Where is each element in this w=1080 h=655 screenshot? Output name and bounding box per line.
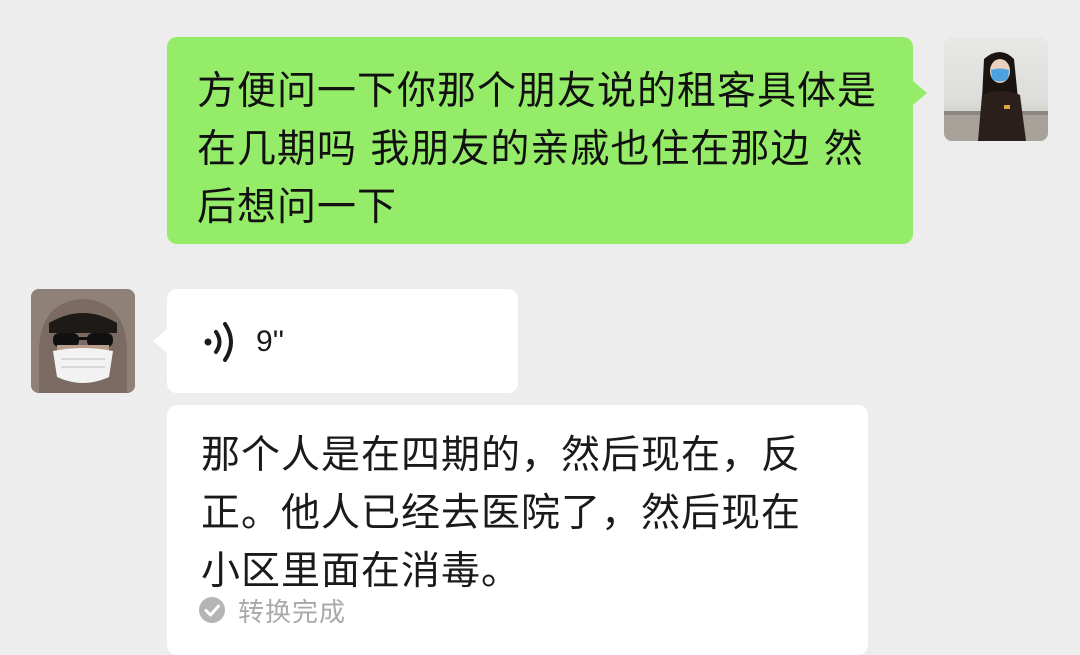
contact-avatar[interactable] [31,289,135,393]
transcript-status-text: 转换完成 [238,597,347,628]
sent-message-text: 方便问一下你那个朋友说的租客具体是在几期吗 我朋友的亲戚也住在那边 然后想问一下 [197,69,878,230]
check-circle-icon [199,597,225,623]
sent-text-bubble[interactable]: 方便问一下你那个朋友说的租客具体是在几期吗 我朋友的亲戚也住在那边 然后想问一下 [167,37,927,244]
contact-avatar-image [31,289,135,393]
transcript-text: 那个人是在四期的，然后现在，反正。他人已经去医院了，然后现在小区里面在消毒。 [201,433,802,594]
transcript-status: 转换完成 [198,590,346,630]
voice-duration: 9'' [256,325,285,358]
chat-window: 方便问一下你那个朋友说的租客具体是在几期吗 我朋友的亲戚也住在那边 然后想问一下 [0,0,1080,655]
my-avatar[interactable] [944,37,1048,141]
my-avatar-image [944,52,1048,141]
voice-wave-icon [204,322,233,362]
